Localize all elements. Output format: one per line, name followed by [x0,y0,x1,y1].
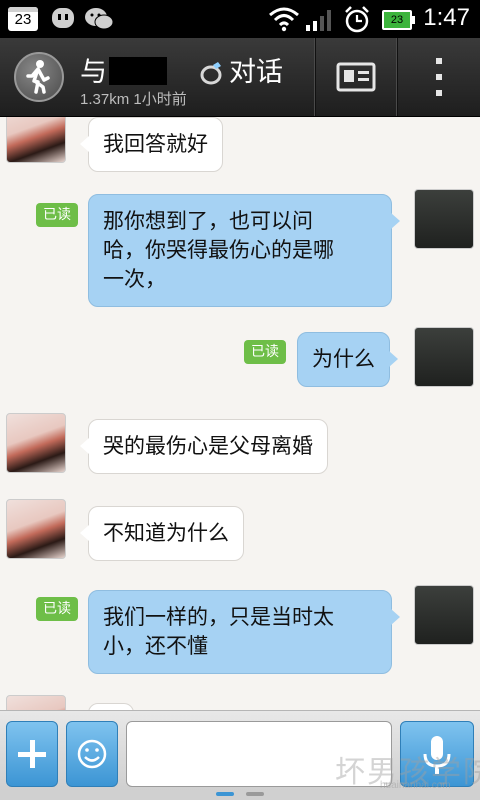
page-dot-active [216,792,234,796]
message-text: 为什么 [312,347,375,371]
attach-button[interactable] [6,721,58,787]
battery-icon: 23 [382,10,415,30]
chat-header: 与 对话 1.37km 1小时前 [0,38,480,117]
message-bubble-incoming[interactable]: 哭的最伤心是父母离婚 [80,419,328,474]
message-bubble-incoming[interactable]: 我回答就好 [80,117,223,172]
page-indicator [0,790,480,800]
message-text: 我回答就好 [103,132,208,156]
profile-card-icon [336,62,376,92]
message-text-line: 一次， [103,267,166,291]
wechat-icon [85,8,114,30]
status-bar: 23 23 1:47 [0,0,480,38]
contact-avatar[interactable] [6,695,66,710]
redacted-name [109,57,167,85]
message-text: 不知道为什么 [103,521,229,545]
status-time: 1:47 [423,4,470,31]
more-icon [436,58,442,96]
message-text-line: 我们一样的，只是当时太 [103,605,334,629]
walk-icon [26,60,50,94]
page-dot [246,792,264,796]
contact-avatar[interactable] [6,499,66,559]
message-text: 哭的最伤心是父母离婚 [103,434,313,458]
wifi-icon [269,7,299,32]
talk-app-icon [52,8,74,28]
plus-icon [18,740,46,768]
read-badge: 已读 [244,340,286,364]
read-badge: 已读 [36,597,78,621]
more-options-button[interactable] [398,38,480,116]
contact-avatar[interactable] [6,413,66,473]
message-list[interactable]: 我回答就好 已读 那你想到了，也可以问 哈，你哭得最伤心的是哪 一次， 已读 为… [0,117,480,710]
message-bubble-outgoing[interactable]: 那你想到了，也可以问 哈，你哭得最伤心的是哪 一次， [88,194,400,307]
calendar-day: 23 [14,11,32,28]
distance-button[interactable] [14,52,64,102]
message-text-line: 那你想到了，也可以问 [103,209,313,233]
emoji-button[interactable] [66,721,118,787]
my-avatar[interactable] [414,189,474,249]
message-bubble-incoming[interactable] [88,703,134,710]
calendar-icon: 23 [8,7,38,31]
my-avatar[interactable] [414,585,474,645]
distance-time: 1.37km 1小时前 [80,91,187,108]
battery-level: 23 [390,14,404,26]
message-text-line: 哈，你哭得最伤心的是哪 [103,238,334,262]
my-avatar[interactable] [414,327,474,387]
contact-avatar[interactable] [6,117,66,163]
alarm-icon [345,6,369,33]
message-text-line: 小，还不懂 [103,634,208,658]
title-suffix: 对话 [229,57,283,88]
read-badge: 已读 [36,203,78,227]
message-bubble-outgoing[interactable]: 我们一样的，只是当时太 小，还不懂 [88,590,400,674]
message-bubble-outgoing[interactable]: 为什么 [297,332,398,387]
message-bubble-incoming[interactable]: 不知道为什么 [80,506,244,561]
profile-card-button[interactable] [316,38,396,116]
title-prefix: 与 [80,57,107,88]
ring-icon [200,62,222,85]
signal-icon [306,10,331,31]
chat-title: 与 对话 [80,50,283,89]
smiley-icon [77,739,107,769]
